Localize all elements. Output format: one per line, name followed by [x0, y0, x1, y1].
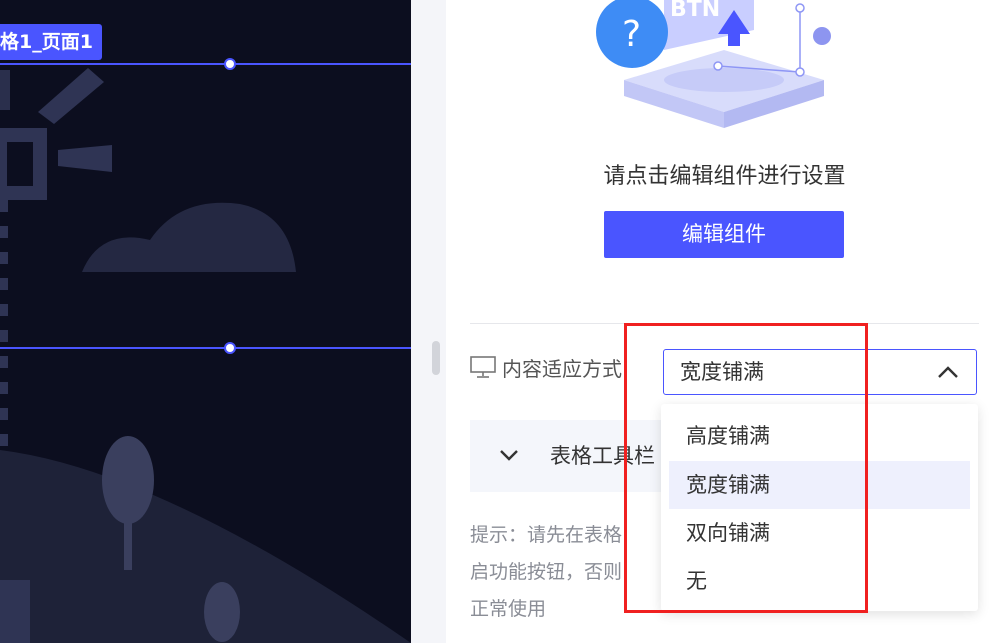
- highlight-box: [624, 323, 868, 613]
- resize-handle-top[interactable]: [224, 58, 236, 70]
- resize-handle-middle[interactable]: [224, 342, 236, 354]
- empty-state-illustration: BTN ?: [596, 0, 831, 128]
- panel-gutter: [411, 0, 446, 643]
- scrollbar-thumb[interactable]: [432, 341, 440, 375]
- design-canvas[interactable]: 格1_页面1: [0, 0, 411, 643]
- page-label[interactable]: 格1_页面1: [0, 24, 102, 60]
- fit-mode-label: 内容适应方式: [502, 356, 622, 381]
- deco-square: [0, 128, 47, 200]
- deco-block: [0, 580, 30, 643]
- fit-mode-row: 内容适应方式: [470, 352, 622, 382]
- deco-ray-2: [38, 68, 104, 124]
- guide-line-middle: [0, 347, 411, 349]
- edit-component-button[interactable]: 编辑组件: [604, 211, 844, 258]
- hint-text: 请点击编辑组件进行设置: [603, 164, 846, 189]
- deco-tree-2: [204, 582, 240, 642]
- deco-cloud: [82, 202, 296, 272]
- svg-text:BTN: BTN: [670, 0, 720, 22]
- canvas-decoration: [0, 68, 411, 643]
- chevron-down-icon: [500, 450, 518, 461]
- deco-ray-1: [0, 70, 10, 110]
- guide-line-top: [0, 63, 411, 65]
- deco-ray-3: [58, 145, 112, 172]
- chevron-up-icon: [938, 366, 958, 378]
- svg-text:?: ?: [622, 14, 641, 55]
- monitor-icon: [470, 356, 496, 378]
